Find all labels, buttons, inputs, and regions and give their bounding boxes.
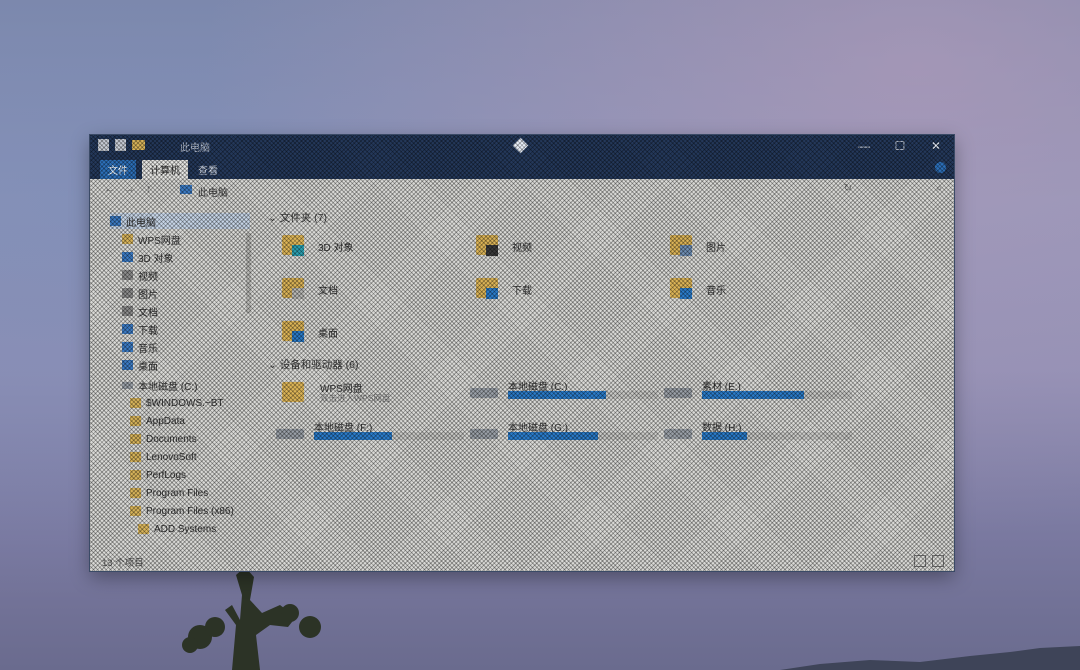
- tree-silhouette: [182, 567, 321, 670]
- device-drive[interactable]: 素材 (E:): [664, 378, 854, 410]
- nav-item-folder[interactable]: PerfLogs: [130, 467, 186, 483]
- folder-desktop[interactable]: 桌面: [282, 319, 462, 353]
- diamond-icon: [512, 137, 529, 154]
- maximize-button[interactable]: ☐: [882, 135, 918, 157]
- nav-scrollbar[interactable]: [246, 233, 251, 313]
- nav-item-documents[interactable]: 文档: [122, 303, 158, 319]
- folder-icon: [130, 434, 141, 444]
- nav-item-folder[interactable]: LenovoSoft: [130, 449, 197, 465]
- nav-item-videos[interactable]: 视频: [122, 267, 158, 283]
- nav-item-folder[interactable]: $WINDOWS.~BT: [130, 395, 224, 411]
- nav-item-music[interactable]: 音乐: [122, 339, 158, 355]
- folder-icon: [130, 470, 141, 480]
- search-button[interactable]: ⌕: [936, 183, 942, 194]
- pictures-icon: [122, 288, 133, 298]
- window-controls: — ☐ ✕: [846, 135, 954, 157]
- status-bar: 13 个项目: [90, 551, 954, 571]
- 3d-objects-icon: [122, 252, 133, 262]
- download-icon: [122, 324, 133, 334]
- tab-computer[interactable]: 计算机: [142, 160, 188, 179]
- tab-file[interactable]: 文件: [100, 160, 136, 179]
- chevron-down-icon: ⌄: [268, 359, 280, 371]
- back-button[interactable]: ←: [104, 183, 115, 195]
- device-drive[interactable]: 本地磁盘 (C:): [470, 378, 660, 410]
- nav-item-downloads[interactable]: 下载: [122, 321, 158, 337]
- drive-icon: [122, 381, 133, 389]
- drive-usage-bar: [508, 432, 658, 440]
- forward-button[interactable]: →: [124, 183, 135, 195]
- properties-icon[interactable]: [98, 139, 109, 151]
- help-icon[interactable]: [935, 162, 946, 173]
- folder-icon: [138, 524, 149, 534]
- up-button[interactable]: ↑: [146, 183, 152, 195]
- view-toggle: [914, 555, 944, 567]
- device-wps-cloud[interactable]: WPS网盘 双击进入WPS网盘: [282, 380, 472, 412]
- folder-icon: [130, 488, 141, 498]
- drive-icon: [470, 388, 498, 398]
- documents-icon: [122, 306, 133, 316]
- window-title: 此电脑: [180, 143, 210, 154]
- title-bar[interactable]: 此电脑 — ☐ ✕: [90, 135, 954, 157]
- folder-videos[interactable]: 视频: [476, 233, 656, 267]
- cloud-folder-icon: [122, 234, 133, 244]
- folder-icon: [130, 416, 141, 426]
- drive-usage-bar: [508, 391, 658, 399]
- ribbon-tabs: 文件 计算机 查看: [90, 157, 954, 179]
- music-icon: [122, 342, 133, 352]
- cloud-folder-icon: [282, 382, 304, 402]
- large-icons-view-icon[interactable]: [932, 555, 944, 567]
- nav-item-desktop[interactable]: 桌面: [122, 357, 158, 373]
- nav-item-folder[interactable]: AppData: [130, 413, 185, 429]
- nav-item-3d-objects[interactable]: 3D 对象: [122, 249, 174, 265]
- quick-access-toolbar: [98, 139, 145, 151]
- folder-pictures[interactable]: 图片: [670, 233, 850, 267]
- drive-icon: [664, 429, 692, 439]
- chevron-down-icon: ⌄: [268, 212, 280, 224]
- device-drive[interactable]: 本地磁盘 (F:): [276, 419, 466, 451]
- drive-icon: [470, 429, 498, 439]
- folders-group-header[interactable]: ⌄ 文件夹 (7): [268, 210, 327, 225]
- new-folder-icon[interactable]: [132, 140, 145, 150]
- nav-item-folder[interactable]: Documents: [130, 431, 197, 447]
- folder-icon: [130, 452, 141, 462]
- device-drive[interactable]: 数据 (H:): [664, 419, 854, 451]
- details-view-icon[interactable]: [914, 555, 926, 567]
- pc-icon: [110, 216, 121, 226]
- device-drive[interactable]: 本地磁盘 (G:): [470, 419, 660, 451]
- nav-item-folder[interactable]: ADD Systems: [138, 521, 216, 537]
- drive-usage-bar: [702, 391, 852, 399]
- close-button[interactable]: ✕: [918, 135, 954, 157]
- folder-icon: [130, 398, 141, 408]
- drive-usage-bar: [314, 432, 464, 440]
- devices-group-header[interactable]: ⌄ 设备和驱动器 (6): [268, 357, 358, 372]
- folder-icon: [130, 506, 141, 516]
- file-explorer-window: 此电脑 — ☐ ✕ 文件 计算机 查看 ← → ↑ 此电脑 ↻ ⌕ 此电脑 WP…: [90, 135, 954, 571]
- drive-icon: [276, 429, 304, 439]
- minimize-button[interactable]: —: [846, 135, 882, 157]
- desktop-icon: [122, 360, 133, 370]
- folder-documents[interactable]: 文档: [282, 276, 462, 310]
- document-icon[interactable]: [115, 139, 126, 151]
- address-path[interactable]: 此电脑: [198, 184, 228, 199]
- drive-usage-bar: [702, 432, 852, 440]
- nav-item-this-pc[interactable]: 此电脑: [110, 213, 250, 229]
- refresh-button[interactable]: ↻: [844, 183, 852, 194]
- nav-item-pictures[interactable]: 图片: [122, 285, 158, 301]
- drive-icon: [664, 388, 692, 398]
- folder-music[interactable]: 音乐: [670, 276, 850, 310]
- pc-icon: [180, 185, 192, 194]
- folder-3d-objects[interactable]: 3D 对象: [282, 233, 462, 267]
- navigation-pane: 此电脑 WPS网盘 3D 对象 视频 图片 文档 下载 音乐 桌面 本地磁盘 (…: [100, 209, 250, 539]
- distant-hills: [780, 646, 1080, 670]
- nav-item-wps-cloud[interactable]: WPS网盘: [122, 231, 181, 247]
- video-icon: [122, 270, 133, 280]
- folder-downloads[interactable]: 下载: [476, 276, 656, 310]
- tab-view[interactable]: 查看: [190, 160, 226, 179]
- address-bar: ← → ↑ 此电脑 ↻ ⌕: [90, 179, 954, 201]
- nav-item-drive-c[interactable]: 本地磁盘 (C:): [122, 377, 197, 393]
- nav-item-folder[interactable]: Program Files: [130, 485, 208, 501]
- nav-item-folder[interactable]: Program Files (x86): [130, 503, 234, 519]
- item-count: 13 个项目: [102, 558, 144, 569]
